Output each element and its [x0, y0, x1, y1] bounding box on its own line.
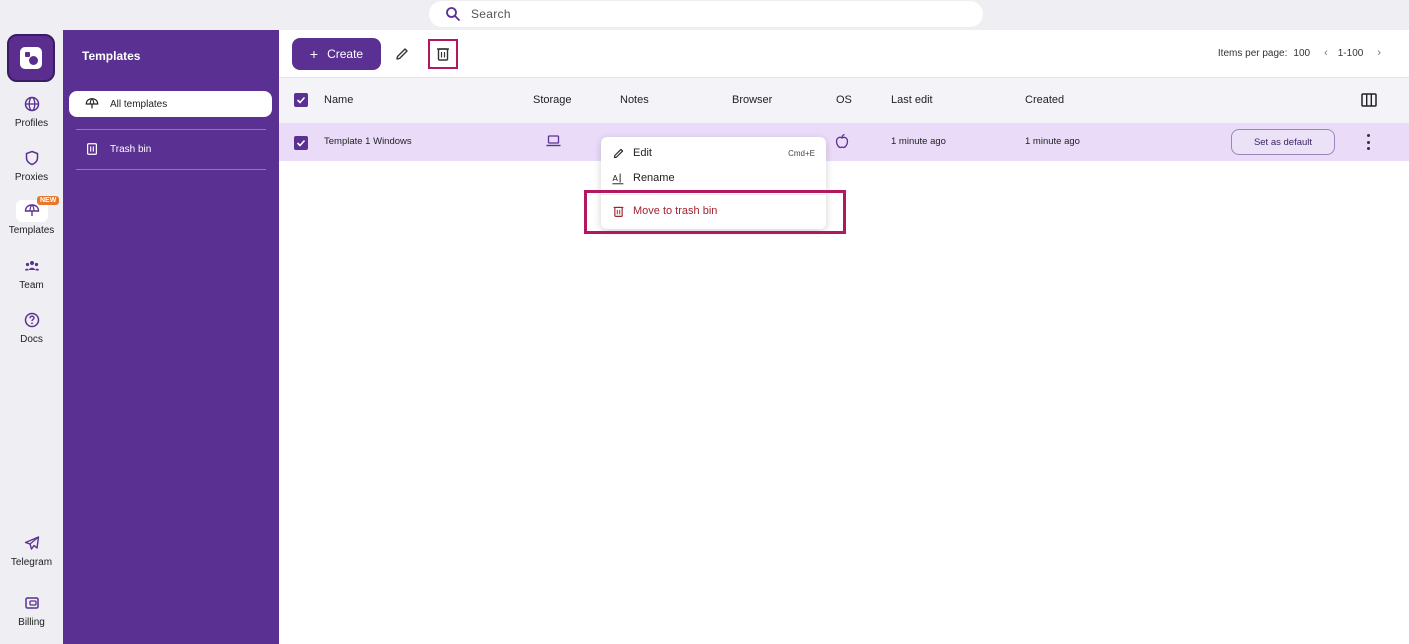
rail-label: Docs [20, 334, 43, 345]
left-rail: Profiles Proxies NEW Templates Team Docs… [0, 30, 63, 644]
created-value: 1 minute ago [1025, 136, 1080, 147]
plus-icon: + [309, 46, 319, 62]
app-logo[interactable] [7, 34, 55, 82]
rail-label: Templates [8, 225, 55, 236]
toolbar: + Create Items per page: 100 ‹ 1-100 › [279, 30, 1409, 78]
edit-button[interactable] [387, 39, 417, 69]
question-icon [24, 312, 39, 328]
rail-item-proxies[interactable]: Proxies [0, 147, 63, 183]
menu-item-label: Edit [633, 147, 652, 159]
sidebar-item-all-templates[interactable]: All templates [69, 91, 272, 117]
page-range: 1-100 [1337, 47, 1364, 59]
pencil-icon [396, 48, 408, 60]
templates-sidebar: Templates All templates Trash bin [63, 30, 279, 644]
logo-icon [20, 47, 42, 69]
umbrella-icon [85, 98, 99, 109]
column-header-name[interactable]: Name [324, 94, 353, 106]
prev-page-icon[interactable]: ‹ [1324, 47, 1328, 59]
rail-label: Proxies [14, 172, 49, 183]
rail-item-telegram[interactable]: Telegram [0, 532, 63, 568]
rail-item-templates[interactable]: NEW Templates [0, 196, 63, 236]
sidebar-item-label: Trash bin [110, 143, 152, 155]
globe-icon [24, 96, 39, 112]
menu-item-edit[interactable]: Edit Cmd+E [601, 142, 826, 164]
column-header-storage[interactable]: Storage [533, 94, 572, 106]
search-placeholder: Search [471, 7, 511, 21]
rail-item-billing[interactable]: Billing [0, 592, 63, 628]
rail-label: Billing [18, 617, 45, 628]
row-checkbox[interactable] [294, 136, 308, 150]
rail-label: Team [19, 280, 44, 291]
menu-item-label: Rename [633, 172, 675, 184]
next-page-icon[interactable]: › [1377, 47, 1381, 59]
column-header-notes[interactable]: Notes [620, 94, 649, 106]
select-all-checkbox[interactable] [294, 93, 308, 107]
new-badge: NEW [37, 196, 60, 205]
rail-item-team[interactable]: Team [0, 255, 63, 291]
team-icon [24, 261, 39, 271]
delete-button[interactable] [428, 39, 458, 69]
svg-text:A: A [612, 172, 618, 182]
check-icon [296, 139, 306, 147]
sidebar-divider [76, 129, 266, 130]
rail-item-profiles[interactable]: Profiles [0, 93, 63, 129]
trash-icon [437, 48, 449, 61]
menu-item-rename[interactable]: A Rename [601, 167, 826, 189]
pencil-icon [613, 148, 624, 158]
set-as-default-button[interactable]: Set as default [1231, 129, 1335, 155]
shield-icon [25, 150, 38, 166]
rail-label: Profiles [14, 118, 49, 129]
column-header-os[interactable]: OS [836, 94, 852, 106]
wallet-icon [24, 597, 39, 609]
items-per-page-label: Items per page: [1217, 47, 1288, 59]
rename-icon: A [612, 172, 624, 184]
laptop-icon [546, 135, 561, 147]
sidebar-item-trash-bin[interactable]: Trash bin [69, 136, 272, 162]
items-per-page-select[interactable]: 100 [1293, 48, 1310, 59]
template-name[interactable]: Template 1 Windows [324, 136, 412, 147]
top-bar: Search [0, 0, 1409, 30]
more-options-icon[interactable] [1366, 134, 1370, 150]
pagination: Items per page: 100 ‹ 1-100 › [1218, 47, 1381, 59]
check-icon [296, 96, 306, 104]
rail-label: Telegram [10, 557, 53, 568]
column-header-last-edit[interactable]: Last edit [891, 94, 933, 106]
search-input[interactable]: Search [429, 1, 983, 27]
create-button[interactable]: + Create [292, 38, 381, 70]
telegram-icon [24, 536, 39, 550]
highlight-box [584, 190, 846, 234]
shortcut-label: Cmd+E [788, 148, 815, 158]
search-icon [446, 7, 460, 21]
trash-icon [87, 143, 97, 155]
sidebar-title: Templates [82, 49, 141, 63]
rail-item-docs[interactable]: Docs [0, 309, 63, 345]
umbrella-icon [24, 204, 39, 216]
column-header-browser[interactable]: Browser [732, 94, 772, 106]
table-row[interactable]: Template 1 Windows 1 minute ago 1 minute… [279, 123, 1409, 161]
columns-icon[interactable] [1361, 93, 1377, 107]
column-header-created[interactable]: Created [1025, 94, 1064, 106]
sidebar-item-label: All templates [110, 98, 168, 110]
sidebar-divider [76, 169, 266, 170]
table-header: Name Storage Notes Browser OS Last edit … [279, 78, 1409, 123]
last-edit-value: 1 minute ago [891, 136, 946, 147]
create-label: Create [327, 47, 364, 61]
apple-icon [835, 133, 849, 149]
